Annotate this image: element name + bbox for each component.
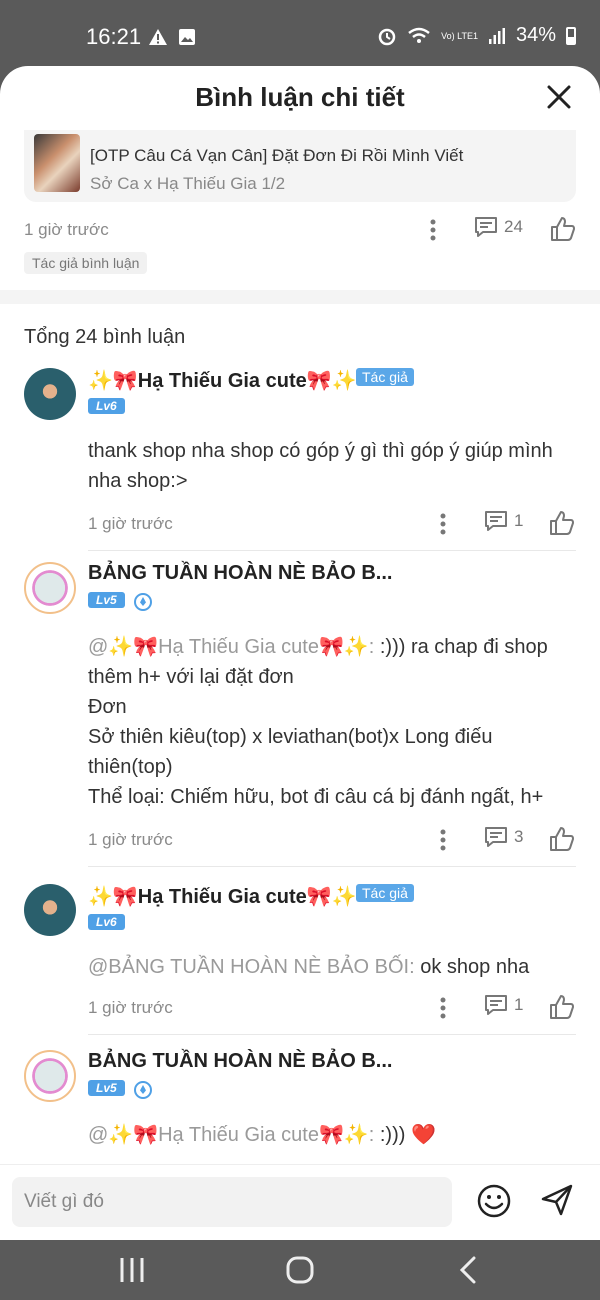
comment-time: 1 giờ trước (88, 998, 173, 1017)
reply-count: 1 (514, 995, 524, 1014)
like-icon[interactable] (549, 994, 575, 1020)
back-icon[interactable] (448, 1252, 488, 1288)
status-bar: 16:21 Vo) LTE1 34% (0, 0, 600, 66)
alarm-icon (378, 28, 396, 45)
comment-icon (475, 217, 497, 237)
page-title: Bình luận chi tiết (195, 82, 405, 112)
close-icon[interactable] (544, 82, 574, 112)
comment-author-name[interactable]: BẢNG TUẦN HOÀN NÈ BẢO B... (88, 562, 392, 585)
image-icon (179, 29, 195, 45)
level-badge: Lv5 (88, 1080, 125, 1096)
author-comment-tag: Tác giả bình luận (24, 252, 148, 274)
more-icon[interactable] (439, 997, 447, 1019)
reply-button[interactable]: 1 (484, 994, 523, 1016)
more-icon[interactable] (439, 513, 447, 535)
story-card[interactable]: [OTP Câu Cá Vạn Cân] Đặt Đơn Đi Rồi Mình… (24, 130, 576, 202)
comment-meta-row: 1 giờ trước 1 (88, 992, 576, 1024)
battery-icon (566, 26, 576, 45)
wifi-icon (408, 27, 430, 43)
comment-icon (485, 995, 507, 1015)
network-label: Vo) LTE1 (441, 30, 478, 41)
reply-button[interactable]: 1 (484, 510, 523, 532)
reply-button[interactable]: 3 (484, 826, 523, 848)
comment-detail-sheet: Bình luận chi tiết [OTP Câu Cá Vạn Cân] … (0, 66, 600, 1240)
comment-author-name[interactable]: ✨🎀Hạ Thiếu Gia cute🎀✨ (88, 884, 357, 909)
parent-time: 1 giờ trước (24, 220, 109, 239)
home-icon[interactable] (280, 1252, 320, 1288)
avatar[interactable] (24, 562, 76, 614)
avatar[interactable] (24, 884, 76, 936)
comment-meta-row: 1 giờ trước 1 (88, 508, 576, 540)
comment-input[interactable] (12, 1177, 452, 1227)
like-icon[interactable] (550, 216, 576, 242)
level-badge: Lv6 (88, 914, 125, 930)
section-divider (0, 290, 600, 304)
avatar[interactable] (24, 368, 76, 420)
comment-body: @✨🎀Hạ Thiếu Gia cute🎀✨: :))) ra chap đi … (88, 636, 548, 808)
reply-button[interactable]: 24 (474, 216, 523, 238)
like-icon[interactable] (549, 510, 575, 536)
parent-meta-row: 1 giờ trước 24 (24, 214, 576, 246)
ethereum-badge-icon (134, 593, 152, 611)
comment-time: 1 giờ trước (88, 514, 173, 533)
reply-count: 24 (504, 217, 523, 236)
total-comments-label: Tổng 24 bình luận (24, 326, 186, 348)
battery-percent: 34% (515, 24, 556, 46)
ethereum-badge-icon (134, 1081, 152, 1099)
system-navigation-bar (0, 1240, 600, 1300)
comment-icon (485, 511, 507, 531)
comment-divider (88, 1034, 576, 1035)
comment-icon (485, 827, 507, 847)
comment-divider (88, 550, 576, 551)
story-subtitle: Sở Ca x Hạ Thiếu Gia 1/2 (90, 174, 286, 193)
more-icon[interactable] (429, 219, 437, 241)
author-badge: Tác giả (356, 368, 414, 386)
mention-link[interactable]: @BẢNG TUẦN HOÀN NÈ BẢO BỐI: (88, 956, 415, 978)
signal-icon (488, 27, 505, 44)
send-icon[interactable] (540, 1183, 574, 1217)
mention-link[interactable]: @✨🎀Hạ Thiếu Gia cute🎀✨: (88, 636, 374, 658)
author-badge: Tác giả (356, 884, 414, 902)
comment-body: @✨🎀Hạ Thiếu Gia cute🎀✨: :))) ❤️ (88, 1124, 436, 1146)
mention-link[interactable]: @✨🎀Hạ Thiếu Gia cute🎀✨: (88, 1124, 374, 1146)
comment-author-name[interactable]: BẢNG TUẦN HOÀN NÈ BẢO B... (88, 1050, 392, 1073)
comment-meta-row: 1 giờ trước 3 (88, 824, 576, 856)
warning-icon (149, 29, 167, 45)
story-thumbnail (34, 134, 80, 192)
story-title: [OTP Câu Cá Vạn Cân] Đặt Đơn Đi Rồi Mình… (90, 146, 464, 165)
emoji-icon[interactable] (476, 1183, 512, 1219)
level-badge: Lv6 (88, 398, 125, 414)
comment-body: @BẢNG TUẦN HOÀN NÈ BẢO BỐI: ok shop nha (88, 956, 530, 978)
heart-emoji: ❤️ (410, 1124, 436, 1146)
reply-count: 3 (514, 827, 524, 846)
avatar[interactable] (24, 1050, 76, 1102)
status-time: 16:21 (86, 24, 142, 49)
comment-author-name[interactable]: ✨🎀Hạ Thiếu Gia cute🎀✨ (88, 368, 357, 393)
more-icon[interactable] (439, 829, 447, 851)
level-badge: Lv5 (88, 592, 125, 608)
recent-apps-icon[interactable] (112, 1252, 152, 1288)
comment-time: 1 giờ trước (88, 830, 173, 849)
reply-count: 1 (514, 511, 524, 530)
comment-input-bar (0, 1164, 600, 1240)
like-icon[interactable] (549, 826, 575, 852)
comment-divider (88, 866, 576, 867)
comment-body: thank shop nha shop có góp ý gì thì góp … (88, 440, 553, 492)
